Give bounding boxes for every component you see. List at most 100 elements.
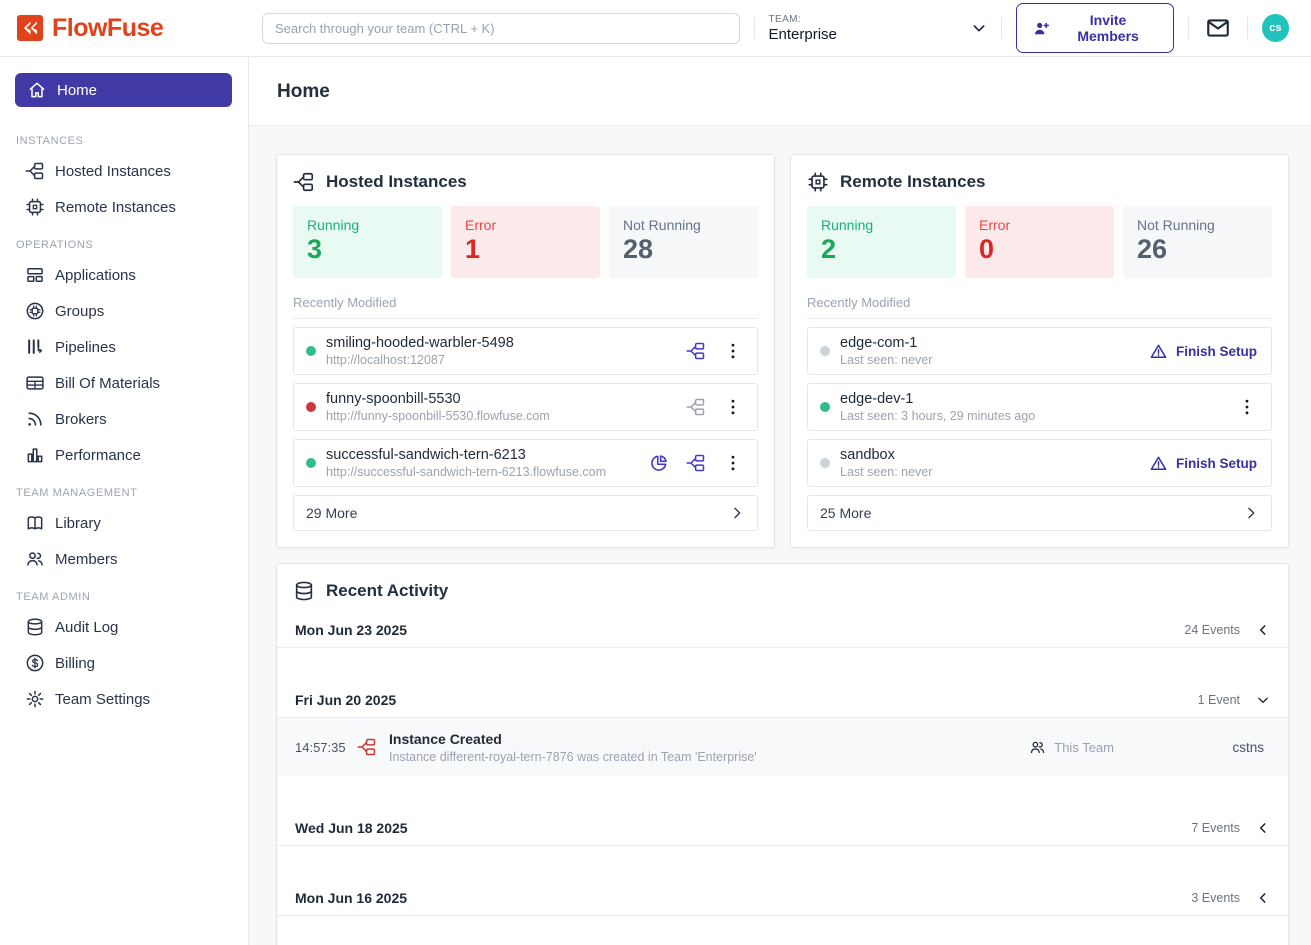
finish-setup-button[interactable]: Finish Setup xyxy=(1149,342,1257,361)
finish-setup-button[interactable]: Finish Setup xyxy=(1149,454,1257,473)
activity-group-header[interactable]: Wed Jun 18 2025 7 Events xyxy=(277,810,1288,846)
sidebar-item-remote-instances[interactable]: Remote Instances xyxy=(0,189,248,225)
stat-value: 0 xyxy=(979,234,1100,265)
event-time: 14:57:35 xyxy=(295,740,357,755)
stat-running: Running 2 xyxy=(807,206,956,278)
stat-value: 26 xyxy=(1137,234,1258,265)
pipelines-icon xyxy=(25,337,45,357)
more-label: 25 More xyxy=(820,505,871,521)
instance-url: http://funny-spoonbill-5530.flowfuse.com xyxy=(326,409,686,423)
instance-row[interactable]: funny-spoonbill-5530 http://funny-spoonb… xyxy=(293,383,758,431)
sidebar-item-label: Library xyxy=(55,515,101,532)
remote-instance-row[interactable]: edge-dev-1 Last seen: 3 hours, 29 minute… xyxy=(807,383,1272,431)
dashboard-pie-icon[interactable] xyxy=(649,453,669,473)
instance-name: edge-com-1 xyxy=(840,335,1149,351)
sidebar-item-home[interactable]: Home xyxy=(15,73,232,107)
book-icon xyxy=(25,513,45,533)
sidebar-item-pipelines[interactable]: Pipelines xyxy=(0,329,248,365)
activity-group-header[interactable]: Fri Jun 20 2025 1 Event xyxy=(277,682,1288,718)
sidebar-item-library[interactable]: Library xyxy=(0,505,248,541)
mail-icon xyxy=(1205,15,1231,41)
group-date: Fri Jun 20 2025 xyxy=(295,692,1198,708)
chip-icon xyxy=(25,197,45,217)
team-selector[interactable]: TEAM: Enterprise xyxy=(769,14,987,43)
chevron-down-icon xyxy=(971,20,987,36)
open-editor-icon[interactable] xyxy=(686,453,706,473)
activity-group-header[interactable]: Mon Jun 16 2025 3 Events xyxy=(277,880,1288,916)
sidebar-item-billing[interactable]: Billing xyxy=(0,645,248,681)
status-dot-stopped xyxy=(820,458,830,468)
sidebar-item-audit-log[interactable]: Audit Log xyxy=(0,609,248,645)
instance-created-icon xyxy=(357,737,377,757)
activity-group-header[interactable]: Mon Jun 23 2025 24 Events xyxy=(277,612,1288,648)
activity-event-row[interactable]: 14:57:35 Instance Created Instance diffe… xyxy=(277,718,1288,776)
stat-error: Error 1 xyxy=(451,206,600,278)
stat-label: Error xyxy=(979,217,1100,233)
sidebar-section-operations: OPERATIONS xyxy=(0,225,248,257)
instance-last-seen: Last seen: 3 hours, 29 minutes ago xyxy=(840,409,1237,423)
activity-group: Fri Jun 20 2025 1 Event 14:57:35 Instanc… xyxy=(277,682,1288,776)
sidebar-item-members[interactable]: Members xyxy=(0,541,248,577)
status-dot-error xyxy=(306,402,316,412)
sidebar-item-applications[interactable]: Applications xyxy=(0,257,248,293)
sidebar-item-label: Bill Of Materials xyxy=(55,375,160,392)
sidebar: Home INSTANCES Hosted Instances Remote I… xyxy=(0,57,249,945)
instance-last-seen: Last seen: never xyxy=(840,465,1149,479)
gear-icon xyxy=(25,689,45,709)
recently-modified-label: Recently Modified xyxy=(807,295,1272,319)
sidebar-item-team-settings[interactable]: Team Settings xyxy=(0,681,248,717)
status-dot-running xyxy=(306,458,316,468)
card-title: Remote Instances xyxy=(840,172,986,192)
remote-more-row[interactable]: 25 More xyxy=(807,495,1272,531)
invite-members-button[interactable]: Invite Members xyxy=(1016,3,1174,53)
brand[interactable]: FlowFuse xyxy=(0,14,249,43)
group-date: Mon Jun 16 2025 xyxy=(295,890,1191,906)
invite-members-label: Invite Members xyxy=(1058,12,1157,44)
sidebar-item-label: Members xyxy=(55,551,118,568)
remote-instance-row[interactable]: sandbox Last seen: never Finish Setup xyxy=(807,439,1272,487)
instance-name: edge-dev-1 xyxy=(840,391,1237,407)
notifications-button[interactable] xyxy=(1203,13,1233,43)
group-date: Mon Jun 23 2025 xyxy=(295,622,1184,638)
stat-value: 28 xyxy=(623,234,744,265)
flowfuse-logo-icon xyxy=(16,14,44,42)
status-dot-running xyxy=(820,402,830,412)
sidebar-item-groups[interactable]: Groups xyxy=(0,293,248,329)
divider xyxy=(754,17,755,39)
stat-label: Not Running xyxy=(1137,217,1258,233)
user-plus-icon xyxy=(1032,19,1051,38)
avatar[interactable]: cs xyxy=(1262,14,1289,42)
chevron-right-icon xyxy=(1243,505,1259,521)
remote-instance-row[interactable]: edge-com-1 Last seen: never Finish Setup xyxy=(807,327,1272,375)
sidebar-item-label: Team Settings xyxy=(55,691,150,708)
stat-not-running: Not Running 26 xyxy=(1123,206,1272,278)
sidebar-item-label: Applications xyxy=(55,267,136,284)
stat-label: Running xyxy=(307,217,428,233)
open-editor-icon[interactable] xyxy=(686,341,706,361)
event-title: Instance Created xyxy=(389,731,757,747)
sidebar-item-label: Billing xyxy=(55,655,95,672)
group-date: Wed Jun 18 2025 xyxy=(295,820,1191,836)
groups-icon xyxy=(25,301,45,321)
sidebar-item-performance[interactable]: Performance xyxy=(0,437,248,473)
chip-icon xyxy=(807,171,829,193)
instance-row[interactable]: smiling-hooded-warbler-5498 http://local… xyxy=(293,327,758,375)
status-dot-stopped xyxy=(820,346,830,356)
open-editor-icon-disabled xyxy=(686,397,706,417)
kebab-menu-icon[interactable] xyxy=(723,453,743,473)
recent-activity-card: Recent Activity Mon Jun 23 2025 24 Event… xyxy=(276,563,1289,945)
hosted-more-row[interactable]: 29 More xyxy=(293,495,758,531)
sidebar-item-brokers[interactable]: Brokers xyxy=(0,401,248,437)
applications-icon xyxy=(25,265,45,285)
instance-row[interactable]: successful-sandwich-tern-6213 http://suc… xyxy=(293,439,758,487)
kebab-menu-icon[interactable] xyxy=(723,341,743,361)
divider xyxy=(1188,17,1189,39)
sidebar-item-hosted-instances[interactable]: Hosted Instances xyxy=(0,153,248,189)
chevron-down-icon xyxy=(1256,693,1270,707)
search-input[interactable] xyxy=(262,13,740,44)
node-icon xyxy=(293,171,315,193)
kebab-menu-icon[interactable] xyxy=(1237,397,1257,417)
sidebar-section-team-management: TEAM MANAGEMENT xyxy=(0,473,248,505)
sidebar-item-bill-of-materials[interactable]: Bill Of Materials xyxy=(0,365,248,401)
kebab-menu-icon[interactable] xyxy=(723,397,743,417)
